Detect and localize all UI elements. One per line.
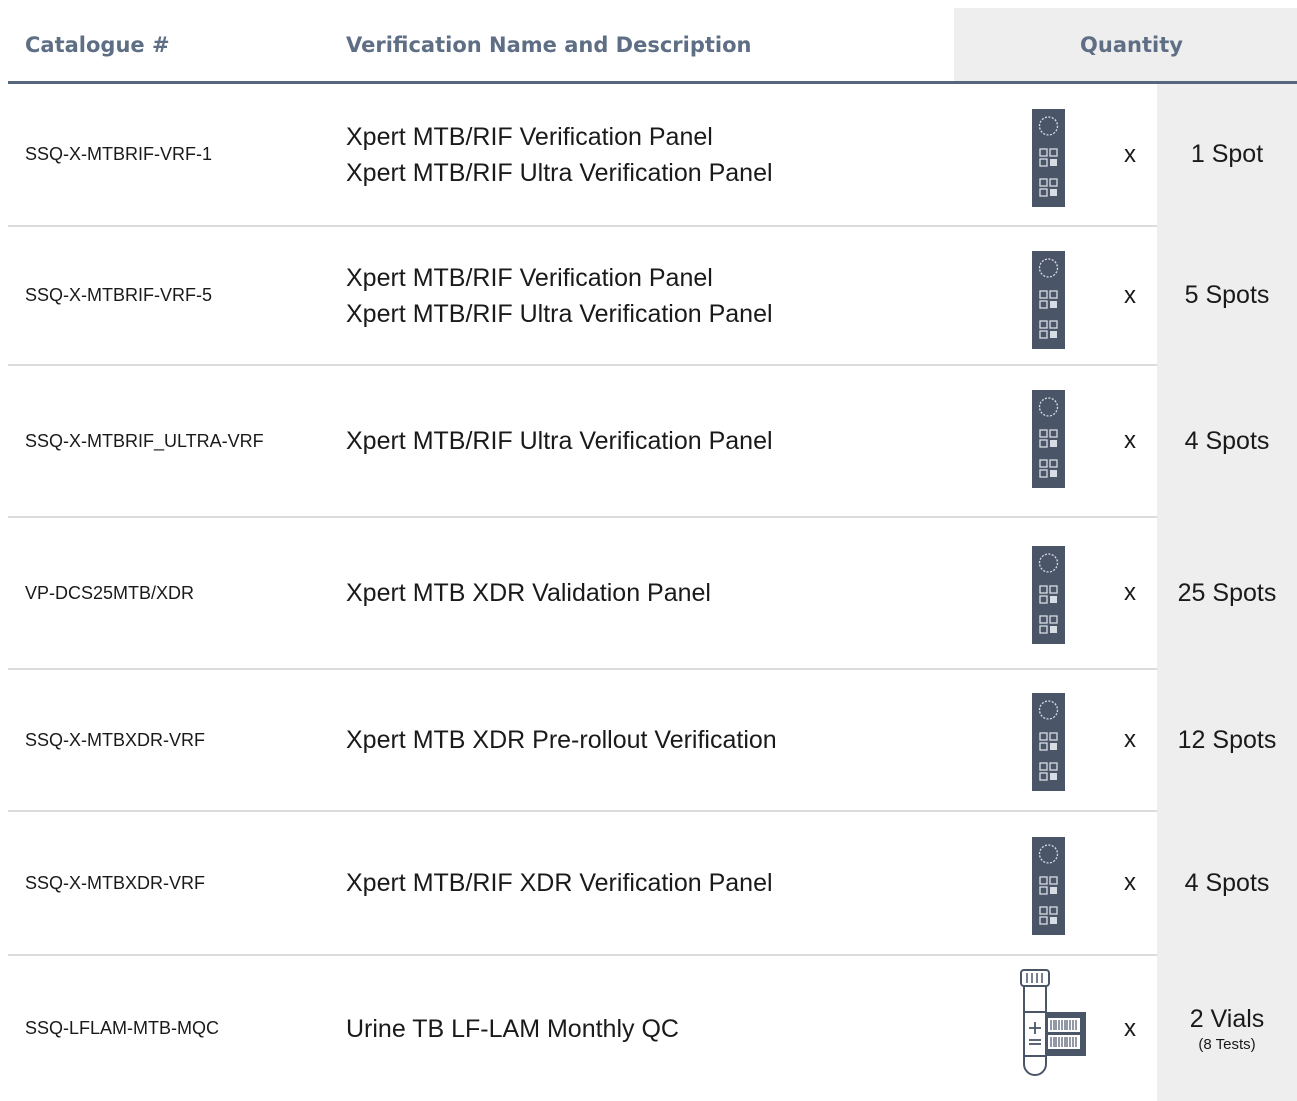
verification-description: Xpert MTB/RIF Verification Panel Xpert M… <box>346 84 773 225</box>
quantity-cell: 4 Spots <box>1157 812 1297 954</box>
catalogue-number: SSQ-X-MTBRIF_ULTRA-VRF <box>25 430 264 451</box>
description-line: Urine TB LF-LAM Monthly QC <box>346 1014 679 1043</box>
spot-card-icon <box>1032 109 1065 207</box>
quantity-cell: 2 Vials (8 Tests) <box>1157 956 1297 1101</box>
quantity-value: 25 Spots <box>1177 578 1277 607</box>
description-line: Xpert MTB XDR Validation Panel <box>346 579 711 607</box>
quantity-value: 12 Spots <box>1177 725 1277 754</box>
quantity-cell: 4 Spots <box>1157 366 1297 516</box>
table-row: SSQ-X-MTBRIF-VRF-1 Xpert MTB/RIF Verific… <box>8 84 1297 225</box>
table-row: SSQ-LFLAM-MTB-MQC Urine TB LF-LAM Monthl… <box>8 956 1297 1101</box>
multiplier: x <box>1124 869 1136 896</box>
header-quantity: Quantity <box>1080 33 1183 57</box>
spot-card-icon <box>1032 251 1065 349</box>
spot-card-icon <box>1032 390 1065 488</box>
catalogue-number: SSQ-X-MTBXDR-VRF <box>25 872 205 893</box>
catalogue-number: SSQ-X-MTBXDR-VRF <box>25 729 205 750</box>
header-description: Verification Name and Description <box>346 33 752 57</box>
catalogue-number: SSQ-LFLAM-MTB-MQC <box>25 1018 220 1038</box>
spot-card-icon <box>1032 546 1065 644</box>
multiplier: x <box>1124 427 1136 454</box>
table-row: SSQ-X-MTBXDR-VRF Xpert MTB/RIF XDR Verif… <box>8 812 1297 954</box>
quantity-value: 5 Spots <box>1184 281 1270 309</box>
multiplier: x <box>1124 1014 1136 1042</box>
verification-description: Xpert MTB/RIF XDR Verification Panel <box>346 812 773 954</box>
quantity-cell: 5 Spots <box>1157 227 1297 364</box>
quantity-value: 1 Spot <box>1190 140 1264 168</box>
verification-description: Urine TB LF-LAM Monthly QC <box>346 956 679 1101</box>
verification-description: Xpert MTB XDR Validation Panel <box>346 518 711 668</box>
table-row: SSQ-X-MTBRIF_ULTRA-VRF Xpert MTB/RIF Ult… <box>8 366 1297 516</box>
verification-description: Xpert MTB XDR Pre-rollout Verification <box>346 670 777 810</box>
quantity-cell: 12 Spots <box>1157 670 1297 810</box>
quantity-cell: 25 Spots <box>1157 518 1297 668</box>
quantity-value: 2 Vials <box>1189 1004 1265 1033</box>
quantity-value: 4 Spots <box>1184 868 1270 897</box>
multiplier: x <box>1124 726 1136 753</box>
multiplier: x <box>1124 281 1136 309</box>
description-line: Xpert MTB/RIF XDR Verification Panel <box>346 869 773 897</box>
multiplier: x <box>1124 579 1136 606</box>
table-row: SSQ-X-MTBXDR-VRF Xpert MTB XDR Pre-rollo… <box>8 670 1297 810</box>
catalogue-number: SSQ-X-MTBRIF-VRF-1 <box>25 144 212 164</box>
multiplier: x <box>1124 140 1136 168</box>
header-catalogue: Catalogue # <box>25 33 170 57</box>
description-line: Xpert MTB/RIF Ultra Verification Panel <box>346 427 773 455</box>
description-line: Xpert MTB/RIF Ultra Verification Panel <box>346 299 773 328</box>
description-line: Xpert MTB/RIF Ultra Verification Panel <box>346 158 773 187</box>
description-line: Xpert MTB/RIF Verification Panel <box>346 263 713 292</box>
description-line: Xpert MTB/RIF Verification Panel <box>346 122 713 151</box>
table-row: SSQ-X-MTBRIF-VRF-5 Xpert MTB/RIF Verific… <box>8 227 1297 364</box>
catalogue-number: VP-DCS25MTB/XDR <box>25 582 195 603</box>
quantity-value: 4 Spots <box>1184 426 1270 455</box>
description-line: Xpert MTB XDR Pre-rollout Verification <box>346 726 777 754</box>
table-row: VP-DCS25MTB/XDR Xpert MTB XDR Validation… <box>8 518 1297 668</box>
spot-card-icon <box>1032 693 1065 791</box>
quantity-cell: 1 Spot <box>1157 84 1297 225</box>
quantity-note: (8 Tests) <box>1198 1035 1256 1053</box>
table-header: Catalogue # Verification Name and Descri… <box>0 0 1297 84</box>
spot-card-icon <box>1032 837 1065 935</box>
verification-description: Xpert MTB/RIF Ultra Verification Panel <box>346 366 773 516</box>
catalogue-number: SSQ-X-MTBRIF-VRF-5 <box>25 285 212 305</box>
vial-barcode-icon <box>1020 969 1086 1076</box>
verification-description: Xpert MTB/RIF Verification Panel Xpert M… <box>346 227 773 364</box>
